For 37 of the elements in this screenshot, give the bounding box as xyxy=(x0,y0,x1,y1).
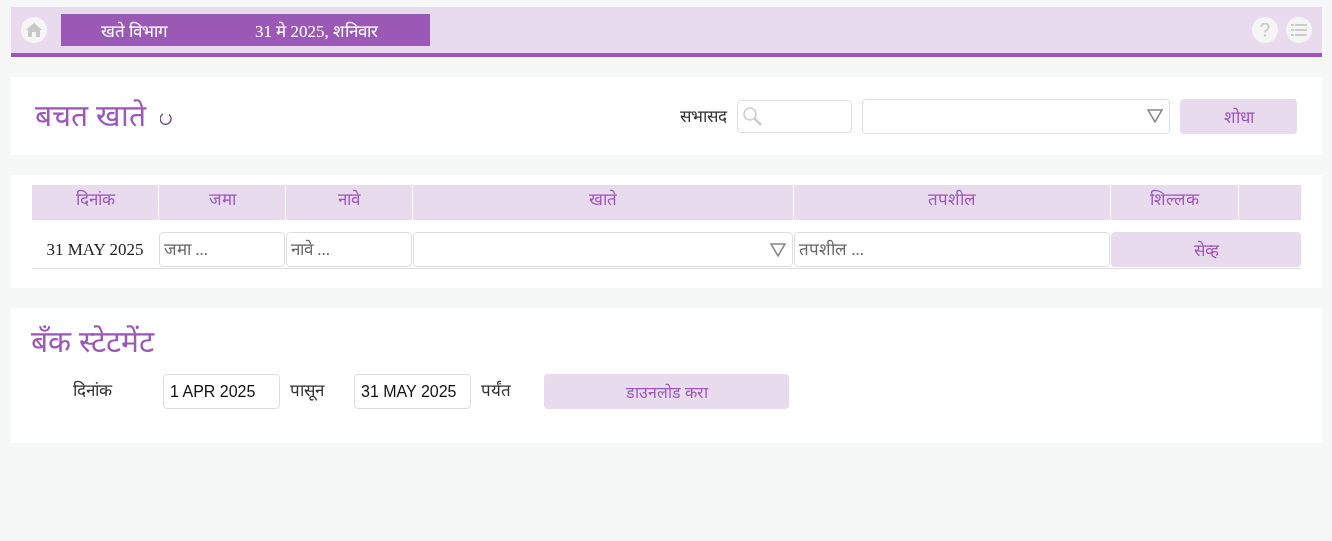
help-button[interactable] xyxy=(1252,17,1278,43)
member-search-field[interactable] xyxy=(737,99,852,133)
menu-button[interactable] xyxy=(1286,17,1312,43)
page-title: बचत खाते xyxy=(35,97,148,134)
help-icon xyxy=(1260,23,1270,37)
from-date-field[interactable]: 1 APR 2025 xyxy=(163,374,280,409)
home-icon xyxy=(26,23,42,37)
search-icon xyxy=(742,106,762,126)
from-label: पासून xyxy=(290,380,326,401)
dropdown-arrow-icon xyxy=(1147,109,1163,123)
section-title: खते विभाग xyxy=(101,20,170,42)
dropdown-arrow-icon xyxy=(770,242,786,257)
member-label: सभासद xyxy=(680,106,727,127)
column-header: दिनांक xyxy=(32,185,158,220)
details-field[interactable]: तपशील ... xyxy=(794,232,1110,267)
current-date: 31 मे 2025, शनिवार xyxy=(255,20,378,42)
header-filler xyxy=(1239,185,1301,220)
account-dropdown[interactable] xyxy=(413,232,793,267)
search-button[interactable]: शोधा xyxy=(1180,98,1297,134)
column-header: नावे xyxy=(286,185,412,220)
credit-field[interactable]: जमा ... xyxy=(159,232,285,267)
member-dropdown[interactable] xyxy=(862,98,1170,134)
column-header: खाते xyxy=(413,185,793,220)
to-label: पर्यंत xyxy=(481,379,511,401)
column-header: शिल्लक xyxy=(1111,185,1238,220)
entry-date: 31 MAY 2025 xyxy=(45,239,145,260)
column-header: जमा xyxy=(159,185,285,220)
debit-field[interactable]: नावे ... xyxy=(286,232,412,267)
column-header: तपशील xyxy=(794,185,1110,220)
save-button[interactable]: सेव्ह xyxy=(1111,232,1301,267)
home-button[interactable] xyxy=(21,17,47,43)
refresh-icon xyxy=(159,112,174,126)
to-date-field[interactable]: 31 MAY 2025 xyxy=(354,374,471,409)
download-button[interactable]: डाउनलोड करा xyxy=(544,374,789,409)
date-label: दिनांक xyxy=(73,379,114,401)
list-icon xyxy=(1291,24,1307,36)
section-title: बँक स्टेटमेंट xyxy=(31,324,156,360)
